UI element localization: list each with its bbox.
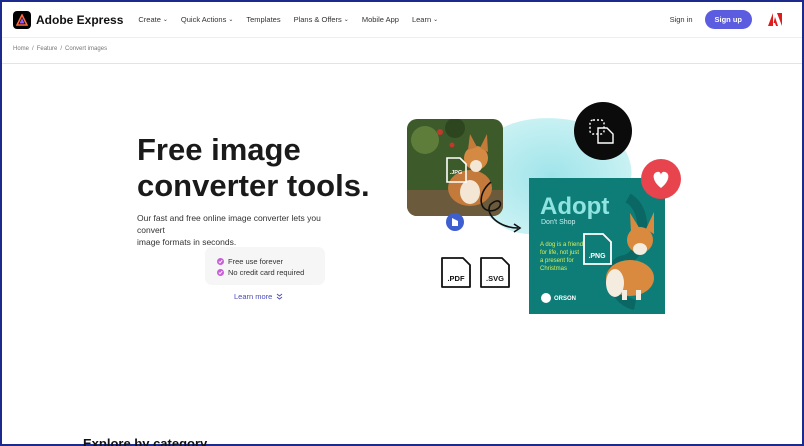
jpg-badge-label: .JPG [450,170,463,176]
pdf-badge-label: .PDF [447,274,465,283]
poster-title: Adopt [540,193,609,220]
poster-text-line: a present for [540,258,574,264]
adopt-poster: Adopt Don't Shop A dog is a friend for l… [529,178,665,314]
poster-text-line: Christmas [540,266,567,272]
png-badge-label: .PNG [588,253,606,260]
jpg-photo-card [407,119,503,216]
poster-text-line: for life, not just [540,250,579,256]
poster-brand: ORSON [554,296,576,302]
section-heading-explore: Explore by category [83,436,208,446]
convert-icon-circle [574,102,632,160]
poster-subtitle: Don't Shop [541,219,576,226]
poster-text-line: A dog is a friend [540,242,583,248]
svg-badge-label: .SVG [486,274,504,283]
hero-illustration: .JPG Adopt Don't Shop A dog is a friend … [407,102,681,314]
